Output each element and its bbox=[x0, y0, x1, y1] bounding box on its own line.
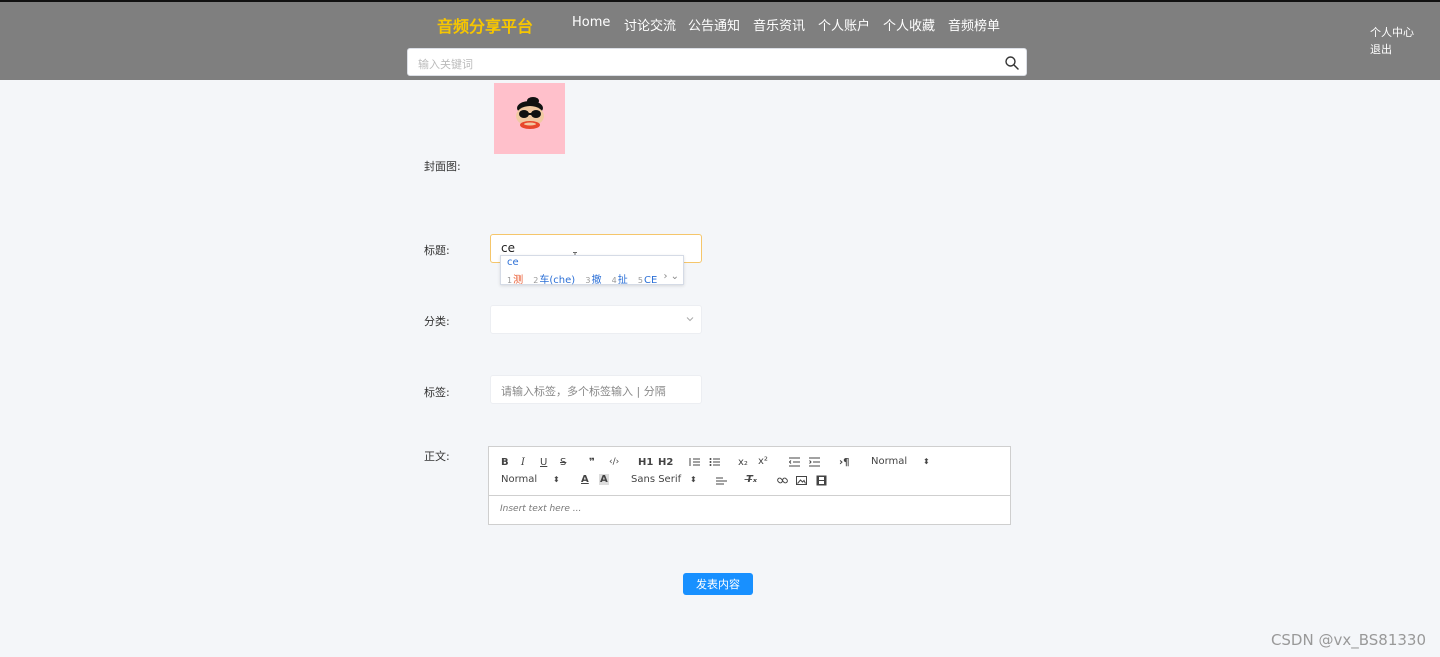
font-color-icon[interactable]: A bbox=[581, 474, 589, 485]
cover-image-upload[interactable] bbox=[494, 83, 565, 154]
bold-icon[interactable]: B bbox=[501, 457, 509, 468]
header-select-arrow-icon: ⬍ bbox=[923, 457, 930, 466]
category-label: 分类: bbox=[424, 315, 450, 328]
title-input-value: ce bbox=[501, 241, 515, 255]
tags-label: 标签: bbox=[424, 386, 450, 399]
video-icon[interactable] bbox=[816, 475, 827, 486]
top-navigation-bar: 音频分享平台 Home 讨论交流 公告通知 音乐资讯 个人账户 个人收藏 音频榜… bbox=[0, 0, 1440, 80]
nav-item-favorites[interactable]: 个人收藏 bbox=[883, 15, 935, 34]
nav-item-charts[interactable]: 音频榜单 bbox=[948, 15, 1000, 34]
editor-toolbar: B I U S ❞ ‹/› H1 H2 x₂ x² ›¶ Normal ⬍ No… bbox=[489, 447, 1010, 496]
body-label: 正文: bbox=[424, 450, 450, 463]
nav-item-home[interactable]: Home bbox=[572, 15, 610, 30]
font-select-arrow-icon: ⬍ bbox=[690, 475, 697, 484]
brand-logo-text[interactable]: 音频分享平台 bbox=[437, 13, 533, 37]
clear-format-icon[interactable]: T̶ₓ bbox=[746, 474, 757, 485]
window-top-strip bbox=[0, 0, 1440, 2]
category-select[interactable] bbox=[490, 305, 702, 334]
ime-candidate-3[interactable]: 3撤 bbox=[585, 275, 601, 286]
bullet-list-icon[interactable] bbox=[709, 457, 720, 467]
ime-candidate-5[interactable]: 5CE bbox=[638, 275, 657, 286]
background-color-icon[interactable]: A bbox=[599, 474, 609, 485]
ime-candidate-1[interactable]: 1测 bbox=[507, 275, 523, 286]
ime-pinyin: ce bbox=[507, 257, 519, 268]
monkey-avatar-icon bbox=[516, 97, 544, 129]
search-icon[interactable] bbox=[1004, 55, 1020, 71]
nav-item-discussion[interactable]: 讨论交流 bbox=[624, 15, 676, 34]
align-left-icon[interactable] bbox=[716, 476, 727, 486]
submit-button[interactable]: 发表内容 bbox=[683, 573, 753, 595]
ime-candidate-popup: ce 1测 2车(che) 3撤 4扯 5CE › ⌄ bbox=[500, 255, 684, 286]
indent-icon[interactable] bbox=[809, 457, 820, 467]
tags-input-placeholder: 请输入标签，多个标签输入 | 分隔 bbox=[501, 385, 666, 398]
header-2-icon[interactable]: H2 bbox=[658, 457, 673, 468]
nav-item-notice[interactable]: 公告通知 bbox=[688, 15, 740, 34]
search-input[interactable] bbox=[416, 54, 1000, 74]
editor-placeholder[interactable]: Insert text here ... bbox=[500, 504, 581, 514]
title-label: 标题: bbox=[424, 244, 450, 257]
ime-page-arrows[interactable]: › ⌄ bbox=[663, 271, 679, 282]
user-center-link[interactable]: 个人中心 bbox=[1370, 24, 1414, 41]
tags-input[interactable]: 请输入标签，多个标签输入 | 分隔 bbox=[490, 375, 702, 404]
watermark: CSDN @vx_BS81330 bbox=[1270, 631, 1426, 649]
nav-item-music-news[interactable]: 音乐资讯 bbox=[753, 15, 805, 34]
size-select-arrow-icon: ⬍ bbox=[553, 475, 560, 484]
image-icon[interactable] bbox=[796, 475, 807, 486]
outdent-icon[interactable] bbox=[789, 457, 800, 467]
search-box bbox=[407, 48, 1027, 76]
blockquote-icon[interactable]: ❞ bbox=[589, 457, 595, 468]
font-select[interactable]: Sans Serif bbox=[631, 474, 681, 485]
italic-icon[interactable]: I bbox=[521, 457, 525, 468]
underline-icon[interactable]: U bbox=[540, 457, 547, 468]
user-menu: 个人中心 退出 bbox=[1370, 24, 1414, 58]
ime-candidate-list: 1测 2车(che) 3撤 4扯 5CE bbox=[507, 271, 664, 286]
text-direction-icon[interactable]: ›¶ bbox=[839, 457, 849, 468]
cover-label: 封面图: bbox=[424, 160, 461, 173]
strike-icon[interactable]: S bbox=[560, 457, 566, 468]
size-select[interactable]: Normal bbox=[501, 474, 537, 485]
ordered-list-icon[interactable] bbox=[689, 457, 700, 467]
logout-link[interactable]: 退出 bbox=[1370, 41, 1414, 58]
nav-item-account[interactable]: 个人账户 bbox=[818, 15, 870, 34]
header-select[interactable]: Normal bbox=[871, 456, 907, 467]
chevron-down-icon bbox=[686, 317, 694, 322]
rich-text-editor: B I U S ❞ ‹/› H1 H2 x₂ x² ›¶ Normal ⬍ No… bbox=[488, 446, 1011, 525]
superscript-icon[interactable]: x² bbox=[758, 456, 768, 467]
subscript-icon[interactable]: x₂ bbox=[738, 457, 748, 468]
header-1-icon[interactable]: H1 bbox=[638, 457, 653, 468]
code-block-icon[interactable]: ‹/› bbox=[609, 457, 619, 467]
link-icon[interactable] bbox=[777, 475, 788, 486]
ime-candidate-2[interactable]: 2车(che) bbox=[533, 275, 575, 286]
ime-candidate-4[interactable]: 4扯 bbox=[612, 275, 628, 286]
